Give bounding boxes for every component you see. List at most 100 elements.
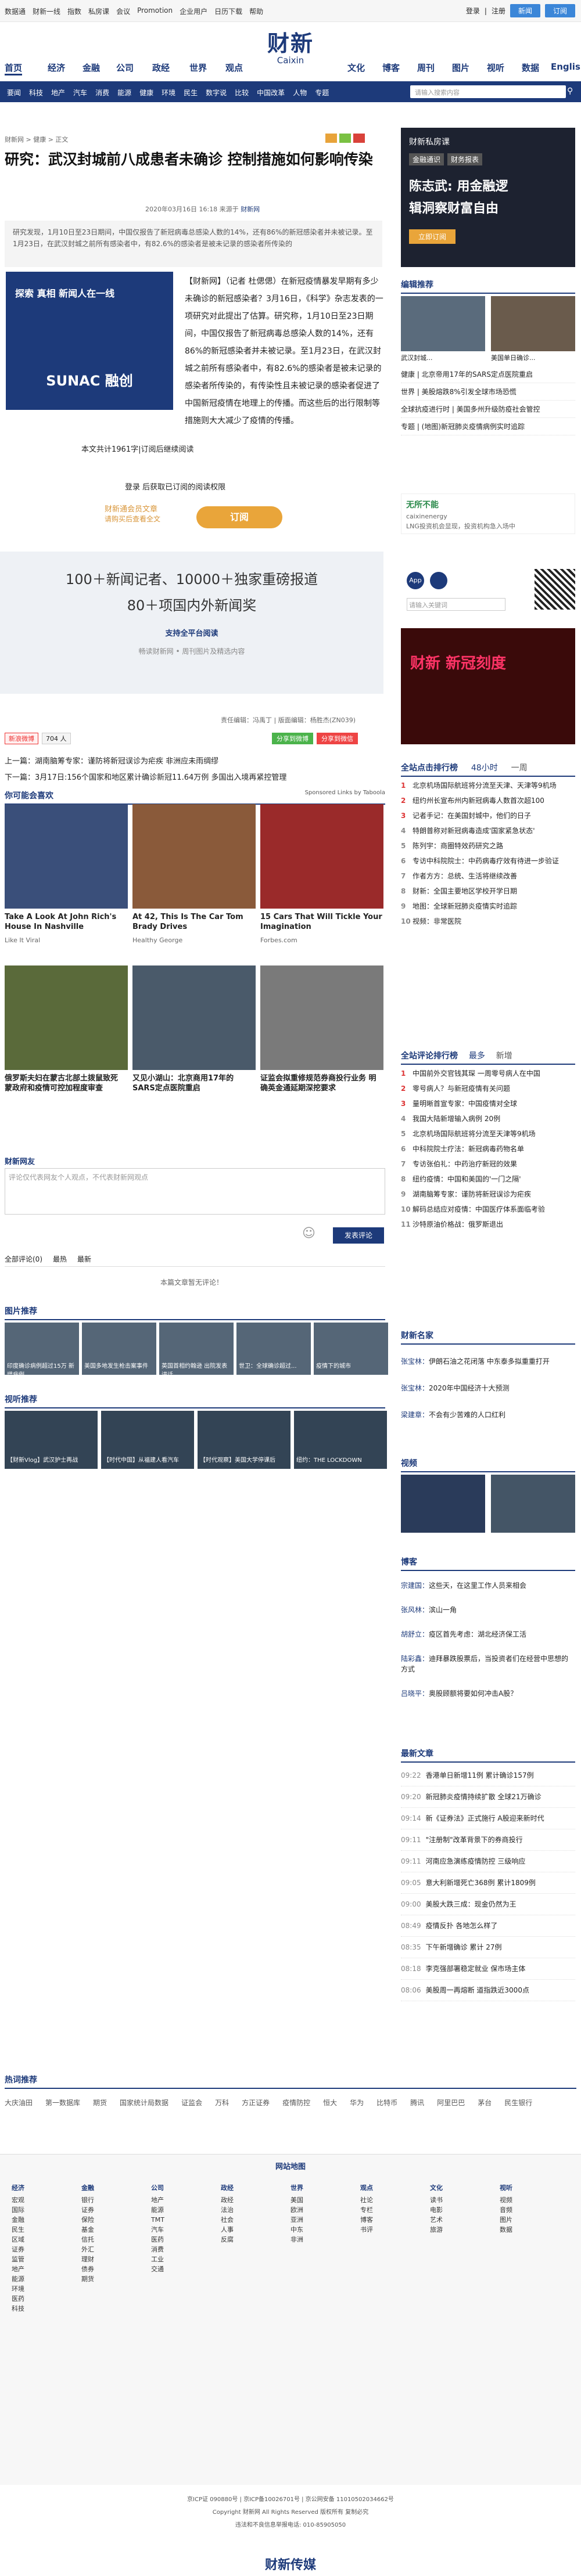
search-input[interactable]: 请输入搜索内容 <box>410 85 566 98</box>
latest-item[interactable]: 09:14 新《证券法》正式施行 A股迎来新时代 <box>401 1808 575 1829</box>
rank-item[interactable]: 6 专访中科院院士：中药病毒疗效有待进一步验证 <box>401 853 575 869</box>
sitemap-heading[interactable]: 文化 <box>430 2183 443 2193</box>
sitemap-link[interactable]: 金融 <box>12 2215 24 2225</box>
rank-item[interactable]: 9 地图：全球新冠肺炎疫情实时追踪 <box>401 899 575 914</box>
meta-source[interactable]: 财新网 <box>241 206 260 213</box>
nav-item[interactable]: 周刊 <box>417 62 435 74</box>
sitemap-link[interactable]: 艺术 <box>430 2215 443 2225</box>
rank-item[interactable]: 5 陈列宇：商圈特效药研究之路 <box>401 838 575 853</box>
sitemap-link[interactable]: 能源 <box>12 2274 24 2284</box>
subnav-item[interactable]: 民生 <box>184 88 198 98</box>
comment-tab[interactable]: 最热 <box>53 1254 67 1264</box>
sitemap-link[interactable]: 证券 <box>81 2205 94 2215</box>
subnav-item[interactable]: 地产 <box>51 88 65 98</box>
sitemap-link[interactable]: 音频 <box>500 2205 512 2215</box>
sitemap-link[interactable]: 美国 <box>290 2195 303 2205</box>
rank-item[interactable]: 10 视频：非常医院 <box>401 914 575 929</box>
rank-item[interactable]: 8 财新：全国主要地区学校开学日期 <box>401 884 575 899</box>
subscribe-cta-button[interactable]: 订阅 <box>196 506 282 528</box>
top-link[interactable]: 数据通 <box>5 6 26 16</box>
top-link[interactable]: 指数 <box>67 6 81 16</box>
nav-item[interactable]: 政经 <box>152 62 170 74</box>
subnav-item[interactable]: 比较 <box>235 88 249 98</box>
hot-word[interactable]: 茅台 <box>478 2099 492 2107</box>
latest-item[interactable]: 08:18 李克强部署稳定就业 保市场主体 <box>401 1958 575 1980</box>
sitemap-link[interactable]: 图片 <box>500 2215 512 2225</box>
video-thumb-2[interactable] <box>491 1475 575 1533</box>
top-link[interactable]: 企业用户 <box>180 6 207 16</box>
nav-item[interactable]: 公司 <box>116 62 134 74</box>
top-link[interactable]: 私房课 <box>88 6 109 16</box>
subnav-item[interactable]: 中国改革 <box>257 88 285 98</box>
sitemap-link[interactable]: 地产 <box>12 2264 24 2274</box>
rec-image[interactable] <box>5 804 128 909</box>
sitemap-link[interactable]: 证券 <box>12 2244 24 2254</box>
next-article[interactable]: 下一篇：3月17日:156个国家和地区累计确诊新冠11.64万例 多国出入境再紧… <box>5 771 286 782</box>
sitemap-link[interactable]: 国际 <box>12 2205 24 2215</box>
latest-item[interactable]: 09:05 意大利新增死亡368例 累计1809例 <box>401 1872 575 1894</box>
login-hint[interactable]: 登录 后获取已订阅的阅读权限 <box>125 481 225 492</box>
subnav-item[interactable]: 要闻 <box>7 88 21 98</box>
sitemap-link[interactable]: 视频 <box>500 2195 512 2205</box>
keyword-input[interactable]: 请输入关键词 <box>407 598 505 611</box>
subnav-item[interactable]: 环境 <box>162 88 175 98</box>
right-ad[interactable]: 财新私房课 金融通识 财务报表 陈志武: 用金融逻 辑洞察财富自由 立即订阅 <box>401 128 575 267</box>
weibo-icon[interactable] <box>353 134 365 143</box>
video-thumb-1[interactable] <box>401 1475 485 1533</box>
submit-comment-button[interactable]: 发表评论 <box>333 1227 384 1244</box>
hot-word[interactable]: 恒大 <box>323 2099 337 2107</box>
sitemap-link[interactable]: 非洲 <box>290 2235 303 2244</box>
sitemap-heading[interactable]: 经济 <box>12 2183 24 2193</box>
rec-title[interactable]: 15 Cars That Will Tickle Your Imaginatio… <box>260 912 383 932</box>
sitemap-heading[interactable]: 世界 <box>290 2183 303 2193</box>
prev-article[interactable]: 上一篇：湖南脑筹专家：谨防将新冠误诊为疟疾 非洲应未雨绸缪 <box>5 755 218 766</box>
sitemap-link[interactable]: 基金 <box>81 2225 94 2235</box>
sitemap-link[interactable]: 民生 <box>12 2225 24 2235</box>
rec-title[interactable]: 俄罗斯夫妇在蒙古北部土拨鼠致死 蒙政府和疫情可控加程度审查 <box>5 1073 128 1093</box>
emoji-icon[interactable]: ☺ <box>302 1226 315 1241</box>
subnav-item[interactable]: 科技 <box>29 88 43 98</box>
nav-item[interactable]: 观点 <box>225 62 243 74</box>
named-item[interactable]: 梁建章：不会有少苦难的人口红利 <box>401 1402 575 1428</box>
latest-item[interactable]: 09:11 河南应急演练疫情防控 三级响应 <box>401 1851 575 1872</box>
latest-item[interactable]: 08:35 下午新增确诊 累计 27例 <box>401 1937 575 1958</box>
rank-item[interactable]: 2 纽约州长宣布州内新冠病毒人数首次超100 <box>401 793 575 808</box>
editor-pick-item[interactable]: 世界 | 美股熔跌8%引发全球市场恐慌 <box>401 383 575 401</box>
hot-word[interactable]: 腾讯 <box>410 2099 424 2107</box>
rank-item[interactable]: 2 零号病人？与新冠疫情有关问题 <box>401 1081 575 1096</box>
named-item[interactable]: 陆彩鑫：迪拜暴跌股票后，当投资者们在经营中思想的方式 <box>401 1647 575 1681</box>
nav-item[interactable]: 数据 <box>522 62 539 74</box>
latest-item[interactable]: 09:11 "注册制"改革背景下的券商投行 <box>401 1829 575 1851</box>
news-button[interactable]: 新闻 <box>510 4 540 17</box>
hot-word[interactable]: 民生银行 <box>504 2099 532 2107</box>
named-item[interactable]: 张宝林：2020年中国经济十大预测 <box>401 1375 575 1402</box>
nav-item[interactable]: 经济 <box>48 62 65 74</box>
caixin-logo[interactable]: 财新 Caixin <box>256 26 325 66</box>
hot-word[interactable]: 方正证券 <box>242 2099 270 2107</box>
rank-tab-48h[interactable]: 48小时 <box>471 763 498 773</box>
named-item[interactable]: 吕晓平：奥股顾额将要如何冲击A股？ <box>401 1681 575 1706</box>
sitemap-heading[interactable]: 公司 <box>151 2183 164 2193</box>
rec-title[interactable]: Take A Look At John Rich's House In Nash… <box>5 912 128 932</box>
sitemap-link[interactable]: 社会 <box>221 2215 234 2225</box>
register-link[interactable]: 注册 <box>492 6 505 16</box>
sitemap-heading[interactable]: 视听 <box>500 2183 512 2193</box>
sitemap-link[interactable]: 欧洲 <box>290 2205 303 2215</box>
sitemap-link[interactable]: 汽车 <box>151 2225 164 2235</box>
rank-item[interactable]: 1 中国前外交官钱其琛 一周零号病人在中国 <box>401 1066 575 1081</box>
hot-word[interactable]: 华为 <box>350 2099 364 2107</box>
subnav-item[interactable]: 数字说 <box>206 88 227 98</box>
top-link[interactable]: 会议 <box>116 6 130 16</box>
hot-word[interactable]: 疫情防控 <box>282 2099 310 2107</box>
named-item[interactable]: 张风林：滨山一角 <box>401 1598 575 1622</box>
sitemap-link[interactable]: 监管 <box>12 2254 24 2264</box>
top-link[interactable]: Promotion <box>137 6 173 16</box>
subnav-item[interactable]: 汽车 <box>73 88 87 98</box>
sitemap-link[interactable]: 数据 <box>500 2225 512 2235</box>
sitemap-link[interactable]: 电影 <box>430 2205 443 2215</box>
sitemap-link[interactable]: 旅游 <box>430 2225 443 2235</box>
editor-pick-item[interactable]: 健康 | 北京帝用17年的SARS定点医院重启 <box>401 366 575 383</box>
rec-image[interactable] <box>132 804 256 909</box>
share-weibo[interactable]: 分享到微博 <box>272 733 313 744</box>
nav-item[interactable]: 博客 <box>382 62 400 74</box>
